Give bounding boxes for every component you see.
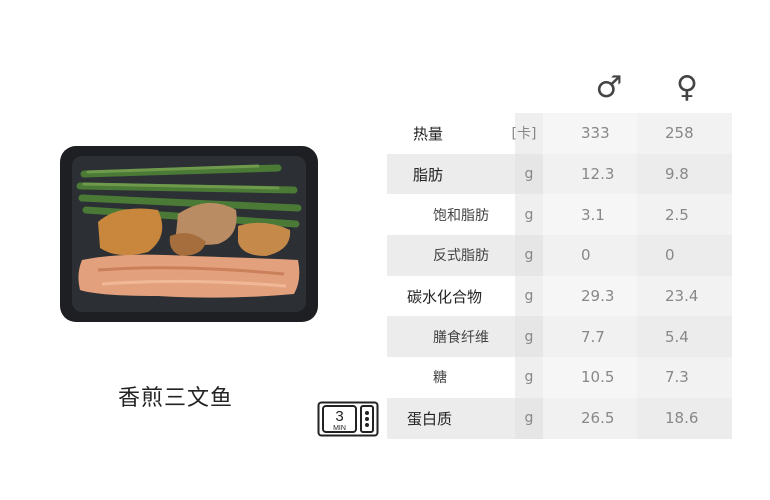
nutrient-unit: g bbox=[524, 247, 534, 264]
table-row-carbohydrate: 碳水化合物 g 29.3 23.4 bbox=[387, 275, 732, 317]
nutrient-name: 脂肪 bbox=[413, 165, 444, 184]
nutrient-unit: g bbox=[524, 288, 534, 305]
nutrient-name: 反式脂肪 bbox=[433, 248, 489, 265]
male-icon: ♂ bbox=[595, 70, 623, 105]
nutrient-name: 蛋白质 bbox=[407, 409, 453, 428]
nutrient-name: 膳食纤维 bbox=[433, 329, 489, 346]
male-value: 0 bbox=[581, 246, 591, 265]
nutrient-unit: g bbox=[524, 369, 534, 386]
nutrient-unit: g bbox=[524, 166, 534, 183]
nutrient-unit: [卡] bbox=[511, 126, 537, 143]
table-row-sugar: 糖 g 10.5 7.3 bbox=[387, 357, 732, 398]
male-value: 29.3 bbox=[581, 287, 615, 306]
female-value: 23.4 bbox=[665, 287, 699, 306]
microwave-minutes: 3 bbox=[335, 408, 343, 425]
female-value: 7.3 bbox=[665, 368, 689, 387]
dish-name: 香煎三文鱼 bbox=[118, 386, 234, 411]
nutrient-name: 碳水化合物 bbox=[407, 287, 483, 306]
male-value: 3.1 bbox=[581, 205, 605, 224]
nutrient-unit: g bbox=[524, 206, 534, 223]
table-row-calories: 热量 [卡] 333 258 bbox=[387, 113, 732, 154]
female-icon: ♀ bbox=[676, 70, 698, 105]
table-row-protein: 蛋白质 g 26.5 18.6 bbox=[387, 397, 732, 439]
nutrient-name: 热量 bbox=[413, 124, 444, 143]
nutrition-table: 热量 [卡] 333 258 脂肪 g 12.3 9.8 饱和脂肪 g 3.1 … bbox=[387, 113, 732, 439]
female-value: 0 bbox=[665, 246, 675, 265]
table-row-dietary-fiber: 膳食纤维 g 7.7 5.4 bbox=[387, 316, 732, 358]
female-value: 5.4 bbox=[665, 327, 689, 346]
male-value: 7.7 bbox=[581, 327, 605, 346]
microwave-unit: MIN bbox=[333, 425, 346, 432]
female-value: 18.6 bbox=[665, 409, 699, 428]
microwave-icon: 3 MIN bbox=[317, 401, 379, 437]
male-value: 10.5 bbox=[581, 368, 615, 387]
nutrient-unit: g bbox=[524, 328, 534, 345]
female-value: 258 bbox=[665, 124, 694, 143]
meal-photo bbox=[60, 146, 318, 322]
nutrient-unit: g bbox=[524, 410, 534, 427]
nutrient-name: 糖 bbox=[433, 370, 447, 387]
female-value: 9.8 bbox=[665, 165, 689, 184]
nutrient-name: 饱和脂肪 bbox=[433, 207, 489, 224]
female-value: 2.5 bbox=[665, 205, 689, 224]
male-value: 333 bbox=[581, 124, 610, 143]
male-value: 12.3 bbox=[581, 165, 615, 184]
table-row-saturated-fat: 饱和脂肪 g 3.1 2.5 bbox=[387, 194, 732, 236]
table-row-fat: 脂肪 g 12.3 9.8 bbox=[387, 153, 732, 195]
male-value: 26.5 bbox=[581, 409, 615, 428]
table-row-trans-fat: 反式脂肪 g 0 0 bbox=[387, 235, 732, 276]
